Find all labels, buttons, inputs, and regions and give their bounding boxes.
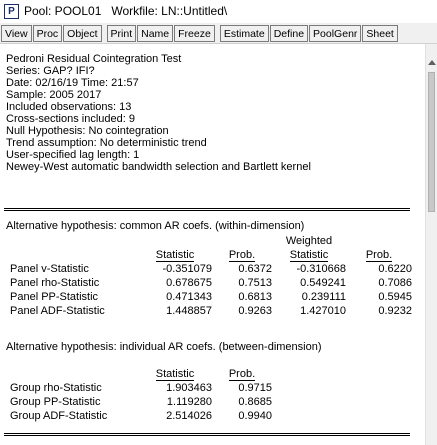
weighted-header-row: Weighted [10, 234, 412, 248]
table-row: Panel rho-Statistic 0.678675 0.7513 0.54… [10, 276, 412, 290]
footer-divider [4, 433, 410, 436]
between-dimension-table: Statistic Prob. Group rho-Statistic 1.90… [10, 367, 272, 423]
proc-button[interactable]: Proc [32, 24, 63, 42]
statistic-value: 1.119280 [166, 396, 212, 408]
trend-assumption-line: Trend assumption: No deterministic trend [6, 137, 207, 149]
row-label: Group rho-Statistic [10, 382, 102, 394]
column-header-row: Statistic Prob. Statistic Prob. [10, 248, 412, 262]
statistic-header: Statistic [155, 249, 195, 262]
prob-value: 0.9715 [238, 382, 272, 394]
print-button[interactable]: Print [106, 24, 137, 42]
cross-sections-line: Cross-sections included: 9 [6, 113, 136, 125]
statistic-value: 1.903463 [166, 382, 212, 394]
between-dimension-title: Alternative hypothesis: individual AR co… [6, 341, 322, 353]
bandwidth-line: Newey-West automatic bandwidth selection… [6, 161, 311, 173]
statistic-value: 0.471343 [166, 291, 212, 303]
object-toolbar: View Proc Object Print Name Freeze Estim… [0, 23, 437, 44]
within-dimension-table: Weighted Statistic Prob. Statistic Prob.… [10, 234, 412, 318]
test-output-view: Pedroni Residual Cointegration Test Seri… [0, 44, 425, 445]
table-row: Group rho-Statistic 1.903463 0.9715 [10, 381, 272, 395]
observations-line: Included observations: 13 [6, 101, 132, 113]
statistic-value: -0.351079 [162, 263, 212, 275]
vertical-scrollbar[interactable] [425, 44, 437, 445]
row-label: Panel PP-Statistic [10, 291, 99, 303]
header-divider [4, 208, 410, 211]
test-header: Pedroni Residual Cointegration Test Seri… [6, 53, 311, 173]
prob-value: 0.7513 [238, 277, 272, 289]
freeze-button[interactable]: Freeze [174, 24, 215, 42]
null-hypothesis-line: Null Hypothesis: No cointegration [6, 125, 169, 137]
prob-value: 0.9263 [238, 305, 272, 317]
test-title: Pedroni Residual Cointegration Test [6, 53, 182, 65]
scrollbar-thumb[interactable] [428, 72, 435, 212]
within-dimension-title: Alternative hypothesis: common AR coefs.… [6, 220, 305, 232]
name-button[interactable]: Name [137, 24, 174, 42]
window-titlebar[interactable]: P Pool: POOL01 Workfile: LN::Untitled\ [0, 0, 437, 22]
prob-value: 0.9940 [238, 410, 272, 422]
series-line: Series: GAP? IFI? [6, 65, 95, 77]
row-label: Group PP-Statistic [10, 396, 101, 408]
pool-object-icon: P [4, 3, 19, 19]
prob-value: 0.8685 [238, 396, 272, 408]
prob-header: Prob. [228, 249, 256, 262]
window-title: Pool: POOL01 Workfile: LN::Untitled\ [24, 4, 228, 18]
weighted-statistic-value: -0.310668 [296, 263, 346, 275]
row-label: Panel v-Statistic [10, 263, 89, 275]
column-header-row: Statistic Prob. [10, 367, 272, 381]
table-row: Group PP-Statistic 1.119280 0.8685 [10, 395, 272, 409]
view-button[interactable]: View [1, 24, 32, 42]
table-row: Panel ADF-Statistic 1.448857 0.9263 1.42… [10, 304, 412, 318]
weighted-prob-value: 0.7086 [378, 277, 412, 289]
prob-header: Prob. [228, 368, 256, 381]
weighted-prob-value: 0.5945 [378, 291, 412, 303]
sample-line: Sample: 2005 2017 [6, 89, 102, 101]
weighted-statistic-value: 0.549241 [300, 277, 346, 289]
row-label: Panel ADF-Statistic [10, 305, 105, 317]
table-row: Panel PP-Statistic 0.471343 0.6813 0.239… [10, 290, 412, 304]
date-line: Date: 02/16/19 Time: 21:57 [6, 77, 139, 89]
statistic-value: 1.448857 [166, 305, 212, 317]
object-button[interactable]: Object [63, 24, 102, 42]
statistic-value: 2.514026 [166, 410, 212, 422]
poolgenr-button[interactable]: PoolGenr [309, 24, 362, 42]
statistic-header: Statistic [155, 368, 195, 381]
sheet-button[interactable]: Sheet [362, 24, 398, 42]
table-row: Group ADF-Statistic 2.514026 0.9940 [10, 409, 272, 423]
scroll-up-icon[interactable] [428, 60, 436, 65]
table-row: Panel v-Statistic -0.351079 0.6372 -0.31… [10, 262, 412, 276]
statistic-value: 0.678675 [166, 277, 212, 289]
prob-value: 0.6372 [238, 263, 272, 275]
prob-value: 0.6813 [238, 291, 272, 303]
estimate-button[interactable]: Estimate [219, 24, 269, 42]
row-label: Group ADF-Statistic [10, 410, 108, 422]
weighted-prob-value: 0.6220 [378, 263, 412, 275]
weighted-statistic-value: 0.239111 [301, 291, 346, 303]
weighted-label: Weighted [285, 235, 333, 247]
weighted-prob-header: Prob. [365, 249, 393, 262]
weighted-statistic-header: Statistic [289, 249, 329, 262]
lag-length-line: User-specified lag length: 1 [6, 149, 140, 161]
define-button[interactable]: Define [269, 24, 309, 42]
weighted-prob-value: 0.9232 [378, 305, 412, 317]
row-label: Panel rho-Statistic [10, 277, 100, 289]
weighted-statistic-value: 1.427010 [300, 305, 346, 317]
